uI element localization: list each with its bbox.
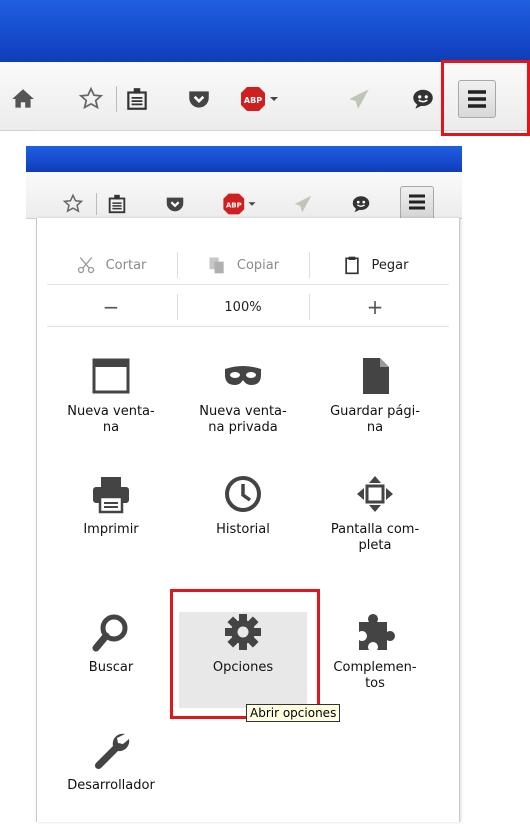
pocket-icon[interactable] [186, 86, 212, 112]
tile-addons[interactable]: Complemen- tos [311, 612, 439, 708]
pocket-icon[interactable] [164, 193, 186, 215]
reading-list-icon[interactable] [106, 193, 128, 215]
paste-button[interactable]: Pegar [311, 248, 439, 282]
toolbar-separator [96, 193, 97, 215]
zoom-in-label: + [366, 295, 384, 319]
search-icon [92, 614, 128, 652]
mask-icon [225, 366, 261, 385]
home-icon[interactable] [10, 86, 36, 112]
page-icon [363, 358, 389, 394]
chat-icon[interactable] [350, 193, 372, 215]
options-tooltip: Abrir opciones [246, 704, 341, 722]
divider [47, 326, 449, 327]
menu-button[interactable] [400, 186, 434, 218]
toolbar-separator [116, 86, 117, 112]
tile-history[interactable]: Historial [179, 474, 307, 570]
share-icon[interactable] [292, 193, 314, 215]
tile-label: Historial [216, 522, 270, 537]
tile-label: Desarrollador [67, 778, 155, 793]
adblock-badge-text: ABP [226, 201, 242, 209]
title-bar-bottom [26, 146, 462, 172]
paste-label: Pegar [371, 257, 409, 273]
highlight-menu-button-top [441, 60, 530, 136]
fullscreen-icon [357, 476, 393, 512]
tile-save-page[interactable]: Guardar pági- na [311, 356, 439, 452]
puzzle-icon [359, 614, 395, 650]
window-icon [92, 358, 130, 394]
wrench-icon [94, 733, 130, 770]
edit-separator [177, 252, 178, 278]
copy-label: Copiar [236, 257, 280, 273]
tile-label: Nueva venta- na [67, 404, 155, 435]
zoom-in-button[interactable]: + [311, 290, 439, 324]
tile-find[interactable]: Buscar [47, 612, 175, 708]
cut-label: Cortar [105, 257, 147, 273]
tile-label: Buscar [88, 660, 134, 675]
zoom-level: 100% [224, 299, 262, 315]
tile-new-window[interactable]: Nueva venta- na [47, 356, 175, 452]
zoom-out-button[interactable]: − [47, 290, 175, 324]
share-icon[interactable] [346, 86, 372, 112]
tile-fullscreen[interactable]: Pantalla com- pleta [311, 474, 439, 570]
highlight-options-tile [170, 589, 320, 719]
edit-controls: Cortar Copiar Pegar [47, 248, 449, 282]
bookmark-star-icon[interactable] [62, 193, 84, 215]
printer-icon [93, 477, 129, 514]
cut-button[interactable]: Cortar [47, 248, 175, 282]
clipboard-icon [344, 256, 359, 275]
zoom-reset-button[interactable]: 100% [179, 290, 307, 324]
tile-label: Imprimir [83, 522, 139, 537]
zoom-separator [309, 294, 310, 320]
tile-print[interactable]: Imprimir [47, 474, 175, 570]
adblock-plus-icon[interactable]: ABP [238, 84, 280, 114]
zoom-controls: − 100% + [47, 290, 449, 324]
bookmark-star-icon[interactable] [78, 86, 104, 112]
zoom-out-label: − [102, 295, 120, 319]
tile-label: Nueva venta- na privada [199, 404, 287, 435]
tile-label: Complemen- tos [333, 660, 417, 691]
edit-separator [309, 252, 310, 278]
tile-new-private-window[interactable]: Nueva venta- na privada [179, 356, 307, 452]
title-bar-top [0, 0, 530, 62]
copy-button[interactable]: Copiar [179, 248, 307, 282]
tile-label: Pantalla com- pleta [330, 522, 420, 553]
menu-icon [409, 194, 425, 210]
scissors-icon [77, 257, 94, 274]
divider [47, 284, 449, 285]
hamburger-menu-panel: Cortar Copiar Pegar − 100% + Nueva venta… [36, 218, 460, 822]
zoom-separator [177, 294, 178, 320]
copy-icon [209, 257, 224, 274]
adblock-badge-text: ABP [244, 96, 262, 105]
tile-label: Guardar pági- na [330, 404, 420, 435]
clock-icon [225, 476, 261, 512]
tile-developer[interactable]: Desarrollador [47, 730, 175, 826]
chat-icon[interactable] [410, 86, 436, 112]
adblock-plus-icon[interactable]: ABP [220, 191, 258, 217]
reading-list-icon[interactable] [124, 86, 150, 112]
